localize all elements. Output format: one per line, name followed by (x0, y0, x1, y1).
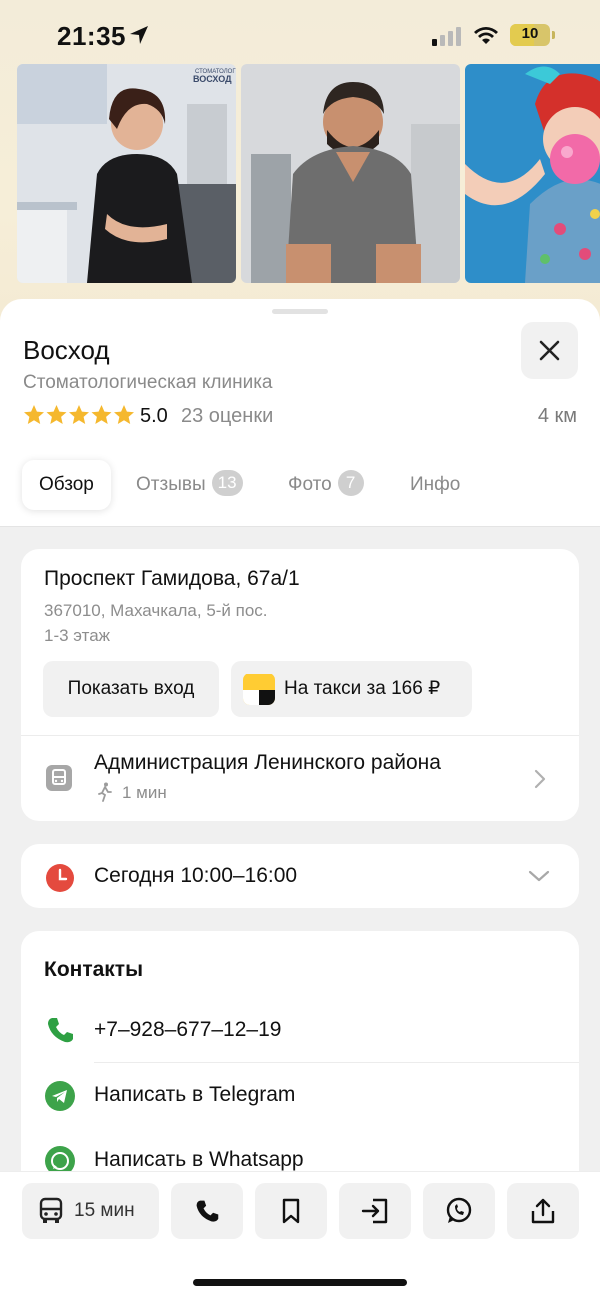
address-card: Проспект Гамидова, 67а/1 367010, Махачка… (21, 549, 579, 821)
rating-value: 5.0 (140, 405, 168, 427)
show-entrance-label: Показать вход (67, 678, 195, 699)
address-floor: 1-3 этаж (44, 626, 111, 645)
transit-route-button[interactable]: 15 мин (22, 1183, 159, 1239)
transit-time: 15 мин (74, 1200, 135, 1221)
battery-icon: 10 (510, 24, 550, 46)
telegram-icon (45, 1081, 75, 1111)
location-arrow-icon (130, 26, 148, 44)
hours-text: Сегодня 10:00–16:00 (94, 864, 298, 887)
address-city: 367010, Махачкала, 5-й пос. (44, 601, 268, 620)
photo-doctor-man[interactable] (241, 64, 460, 283)
taxi-logo-icon (243, 673, 275, 705)
cellular-signal-icon (432, 27, 461, 46)
tab-label: Инфо (410, 474, 461, 495)
distance: 4 км (537, 405, 577, 427)
share-button[interactable] (507, 1183, 579, 1239)
tab-info[interactable]: Инфо (410, 460, 460, 510)
divider (21, 735, 579, 736)
walking-icon (98, 782, 112, 802)
show-entrance-button[interactable]: Показать вход (43, 661, 219, 717)
taxi-button[interactable]: На такси за 166 ₽ (231, 661, 472, 717)
share-icon (531, 1198, 555, 1224)
close-button[interactable] (521, 322, 578, 379)
tab-photos[interactable]: Фото 7 (288, 460, 364, 510)
photo-doctor-woman[interactable]: СТОМАТОЛОГИЯ ВОСХОД (17, 64, 236, 283)
contacts-title: Контакты (44, 958, 144, 981)
phone-icon (48, 1018, 73, 1043)
star-icon (69, 405, 89, 424)
tab-reviews[interactable]: Отзывы 13 (136, 460, 243, 510)
place-title: Восход (23, 335, 110, 365)
star-icon (91, 405, 112, 424)
tab-label: Отзывы (136, 474, 206, 495)
telegram-link[interactable]: Написать в Telegram (94, 1083, 295, 1107)
photo-carousel[interactable]: СТОМАТОЛОГИЯ ВОСХОД (17, 64, 600, 283)
phone-number[interactable]: +7‒928‒677‒12‒19 (94, 1018, 281, 1042)
contacts-card: Контакты +7‒928‒677‒12‒19 Написать в Tel… (21, 931, 579, 1171)
whatsapp-icon (446, 1197, 472, 1223)
stop-walk-time: 1 мин (122, 783, 167, 802)
place-category: Стоматологическая клиника (23, 372, 273, 393)
star-icon (114, 405, 134, 424)
battery-tip (552, 31, 555, 39)
rating-count[interactable]: 23 оценки (181, 405, 273, 428)
stop-name[interactable]: Администрация Ленинского района (94, 751, 441, 775)
phone-icon (196, 1200, 219, 1222)
tab-overview[interactable]: Обзор (22, 460, 111, 510)
wifi-icon (474, 27, 498, 44)
taxi-label: На такси за 166 ₽ (284, 678, 441, 699)
hours-card[interactable]: Сегодня 10:00–16:00 (21, 844, 579, 908)
rating-stars (24, 405, 134, 424)
divider (0, 526, 600, 527)
bookmark-icon (282, 1198, 300, 1224)
bookmark-button[interactable] (255, 1183, 327, 1239)
status-time: 21:35 (57, 21, 126, 51)
bus-stop-icon (46, 765, 72, 791)
sheet-grabber[interactable] (272, 309, 328, 314)
reviews-count-badge: 13 (211, 469, 243, 496)
tab-label: Фото (288, 474, 332, 495)
whatsapp-button[interactable] (423, 1183, 495, 1239)
battery-level: 10 (521, 25, 539, 42)
status-bar: 21:35 10 (0, 0, 600, 64)
enter-icon (361, 1198, 388, 1224)
photos-count-badge: 7 (337, 469, 364, 496)
photo-woman-bubblegum[interactable] (465, 64, 600, 283)
close-icon (539, 340, 560, 361)
divider (94, 1062, 579, 1063)
entrance-button[interactable] (339, 1183, 411, 1239)
star-icon (24, 405, 44, 424)
chevron-down-icon[interactable] (527, 868, 551, 884)
clock-icon (46, 864, 74, 892)
tab-label: Обзор (39, 474, 94, 495)
whatsapp-icon (45, 1146, 75, 1171)
bus-icon (39, 1197, 63, 1223)
address-street[interactable]: Проспект Гамидова, 67а/1 (44, 567, 300, 591)
whatsapp-link[interactable]: Написать в Whatsapp (94, 1148, 304, 1171)
home-indicator[interactable] (193, 1279, 407, 1286)
call-button[interactable] (171, 1183, 243, 1239)
star-icon (46, 405, 67, 424)
svg-text:ВОСХОД: ВОСХОД (193, 74, 232, 84)
chevron-right-icon[interactable] (533, 768, 547, 790)
